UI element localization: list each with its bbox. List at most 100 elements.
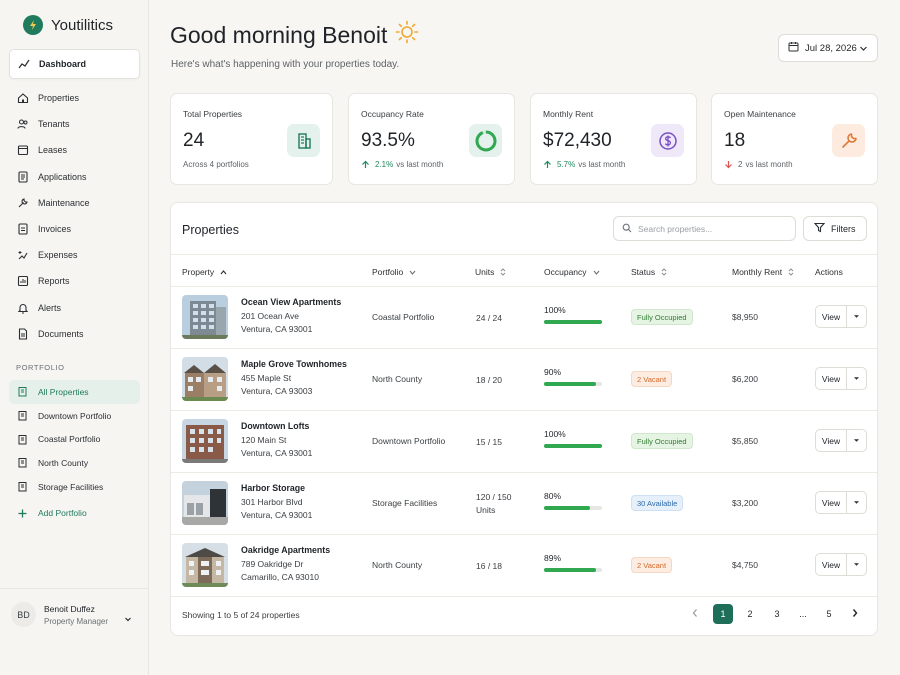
column-header-status[interactable]: Status	[631, 267, 667, 277]
portfolio-item-all-properties[interactable]: All Properties	[9, 380, 140, 404]
property-name[interactable]: Maple Grove Townhomes	[241, 359, 347, 369]
column-header-portfolio[interactable]: Portfolio	[372, 267, 416, 277]
property-name[interactable]: Harbor Storage	[241, 483, 305, 493]
view-button[interactable]: View	[816, 306, 847, 327]
properties-panel: Properties Filters Property Portfolio Un…	[170, 202, 878, 636]
more-actions-button[interactable]	[847, 368, 866, 389]
chevron-down-icon	[854, 501, 859, 504]
occupancy-ring-icon	[469, 124, 502, 157]
plus-icon	[17, 508, 28, 519]
view-button[interactable]: View	[816, 492, 847, 513]
sidebar-item-tenants[interactable]: Tenants	[9, 111, 140, 137]
sidebar-item-documents[interactable]: Documents	[9, 321, 140, 347]
occupancy-bar-fill	[544, 382, 597, 386]
calendar-icon	[788, 41, 799, 55]
table-row[interactable]: Oakridge Apartments 789 Oakridge Dr Camari…	[171, 535, 877, 597]
portfolio-item-storage[interactable]: Storage Facilities	[9, 475, 140, 499]
user-role: Property Manager	[44, 616, 109, 626]
status-badge: 2 Vacant	[631, 371, 673, 387]
sidebar-item-dashboard[interactable]: Dashboard	[9, 49, 140, 79]
stat-delta: 2.1%	[375, 160, 394, 169]
more-actions-button[interactable]	[847, 554, 866, 575]
portfolio-item-label: North County	[38, 457, 89, 468]
chevron-down-icon	[854, 315, 859, 318]
table-row[interactable]: Downtown Lofts 120 Main St Ventura, CA 930…	[171, 411, 877, 473]
stat-label: Open Maintenance	[724, 109, 796, 119]
column-label: Portfolio	[372, 267, 404, 277]
sidebar-item-alerts[interactable]: Alerts	[9, 295, 140, 321]
property-name[interactable]: Downtown Lofts	[241, 421, 309, 431]
sidebar-item-reports[interactable]: Reports	[9, 268, 140, 294]
more-actions-button[interactable]	[847, 492, 866, 513]
sidebar-item-leases[interactable]: Leases	[9, 137, 140, 163]
add-portfolio-button[interactable]: Add Portfolio	[9, 501, 140, 525]
page-button-5[interactable]: 5	[820, 604, 838, 624]
table-row[interactable]: Ocean View Apartments 201 Ocean Ave Ventur…	[171, 287, 877, 349]
property-portfolio: North County	[372, 560, 423, 570]
date-picker-button[interactable]: Jul 28, 2026	[778, 34, 878, 62]
user-menu[interactable]: BD Benoit Duffez Property Manager	[0, 588, 148, 640]
property-name[interactable]: Oakridge Apartments	[241, 545, 330, 555]
table-row[interactable]: Harbor Storage 301 Harbor Blvd Ventura, CA…	[171, 473, 877, 535]
property-city: Ventura, CA 93001	[241, 448, 313, 458]
occupancy-bar-fill	[544, 444, 602, 448]
property-units: 15 / 15	[476, 437, 502, 447]
portfolio-item-downtown[interactable]: Downtown Portfolio	[9, 404, 140, 428]
chevron-down-icon[interactable]	[124, 610, 132, 628]
column-header-rent[interactable]: Monthly Rent	[732, 267, 794, 277]
property-rent: $3,200	[732, 498, 758, 508]
next-page-button[interactable]	[848, 604, 862, 624]
stat-card-total-properties: Total Properties 24 Across 4 portfolios	[170, 93, 333, 185]
wrench-icon	[832, 124, 865, 157]
property-name[interactable]: Ocean View Apartments	[241, 297, 341, 307]
prev-page-button[interactable]	[689, 604, 701, 624]
property-units: 24 / 24	[476, 313, 502, 323]
search-icon	[622, 220, 632, 238]
page-button-3[interactable]: 3	[768, 604, 786, 624]
page-button-2[interactable]: 2	[741, 604, 759, 624]
view-button[interactable]: View	[816, 368, 847, 389]
column-header-property[interactable]: Property	[182, 267, 227, 277]
view-button[interactable]: View	[816, 430, 847, 451]
sidebar-item-maintenance[interactable]: Maintenance	[9, 190, 140, 216]
search-input[interactable]	[638, 223, 788, 234]
more-actions-button[interactable]	[847, 306, 866, 327]
property-units: 120 / 150 Units	[476, 492, 512, 515]
bolt-logo-icon	[23, 15, 43, 35]
row-actions: View	[815, 367, 867, 390]
filters-button[interactable]: Filters	[803, 216, 867, 241]
portfolio-item-label: All Properties	[38, 386, 89, 397]
sidebar-item-label: Alerts	[38, 302, 62, 313]
portfolio-item-label: Storage Facilities	[38, 481, 104, 492]
more-actions-button[interactable]	[847, 430, 866, 451]
page-subtitle: Here's what's happening with your proper…	[171, 59, 400, 70]
chevron-down-icon	[854, 439, 859, 442]
sort-icon	[788, 268, 794, 276]
arrow-down-icon	[724, 160, 733, 169]
column-header-occupancy[interactable]: Occupancy	[544, 267, 600, 277]
portfolio-item-north-county[interactable]: North County	[9, 451, 140, 475]
stat-value: 93.5%	[361, 130, 415, 151]
chevron-down-icon	[859, 44, 868, 56]
sidebar-item-properties[interactable]: Properties	[9, 85, 140, 111]
stat-card-open-maintenance: Open Maintenance 18 2 vs last month	[711, 93, 878, 185]
avatar: BD	[11, 602, 36, 627]
pagination-summary: Showing 1 to 5 of 24 properties	[182, 610, 300, 620]
search-box[interactable]	[613, 216, 796, 241]
sidebar-item-expenses[interactable]: Expenses	[9, 242, 140, 268]
view-button[interactable]: View	[816, 554, 847, 575]
status-badge: 2 Vacant	[631, 557, 673, 573]
sidebar-item-applications[interactable]: Applications	[9, 164, 140, 190]
column-header-units[interactable]: Units	[475, 267, 506, 277]
occupancy-bar	[544, 382, 602, 386]
page-button-1[interactable]: 1	[713, 604, 733, 624]
brand[interactable]: Youtilitics	[23, 15, 113, 35]
table-row[interactable]: Maple Grove Townhomes 455 Maple St Ventura…	[171, 349, 877, 411]
portfolio-item-coastal[interactable]: Coastal Portfolio	[9, 427, 140, 451]
stat-sub: 2.1% vs last month	[361, 160, 443, 169]
user-name: Benoit Duffez	[44, 603, 95, 614]
property-rent: $4,750	[732, 560, 758, 570]
sidebar-item-invoices[interactable]: Invoices	[9, 216, 140, 242]
chevron-down-icon	[593, 269, 600, 276]
portfolio-section-label: PORTFOLIO	[16, 363, 65, 372]
